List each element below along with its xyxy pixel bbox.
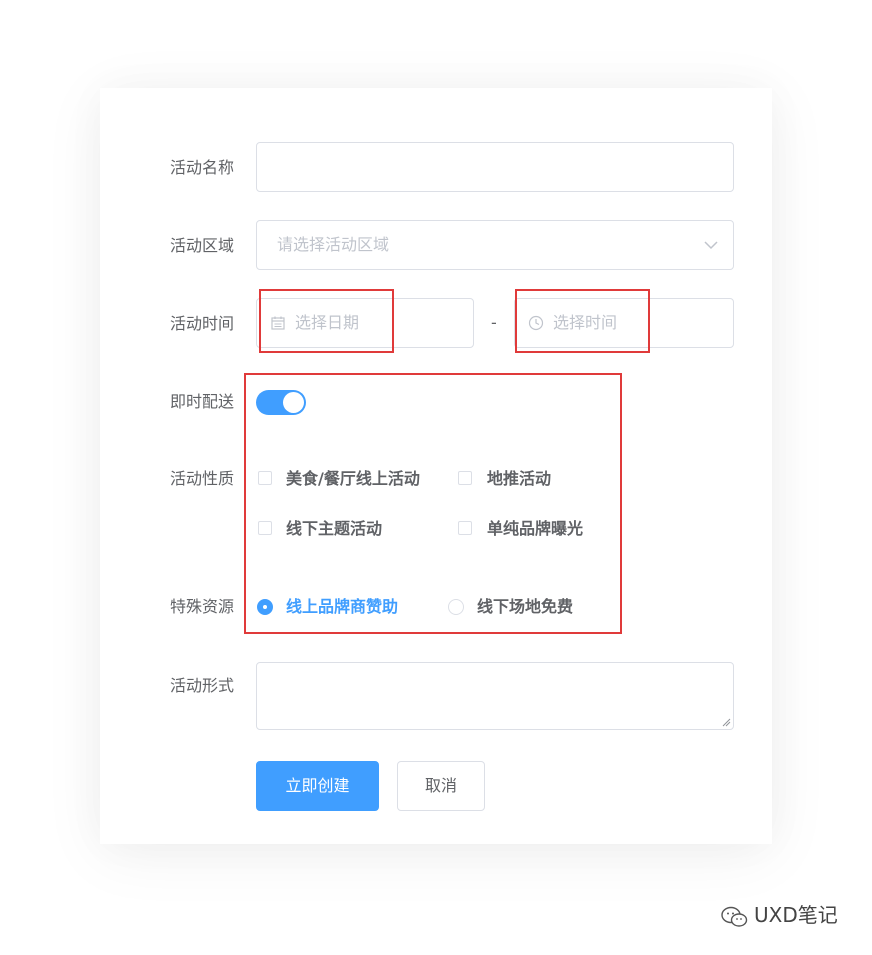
wechat-icon <box>721 906 748 927</box>
create-button[interactable]: 立即创建 <box>256 761 379 811</box>
switch-knob <box>283 392 304 413</box>
format-textarea[interactable] <box>256 662 734 730</box>
format-label: 活动形式 <box>170 676 235 695</box>
annotation-box-date <box>259 289 394 353</box>
delivery-label: 即时配送 <box>170 392 235 411</box>
radio-label-offline-venue: 线下场地免费 <box>477 597 574 616</box>
radio-label-online-sponsor: 线上品牌商赞助 <box>286 597 399 616</box>
time-label: 活动时间 <box>170 314 235 333</box>
radio-online-sponsor[interactable] <box>257 599 273 615</box>
checkbox-brand-exposure[interactable] <box>458 521 472 535</box>
time-separator: - <box>491 313 497 332</box>
delivery-switch[interactable] <box>256 390 306 415</box>
checkbox-label-brand-exposure: 单纯品牌曝光 <box>487 519 584 538</box>
annotation-box-time <box>515 289 650 353</box>
watermark-text: UXD笔记 <box>754 903 838 927</box>
region-label: 活动区域 <box>170 236 235 255</box>
region-placeholder: 请选择活动区域 <box>277 235 390 254</box>
resize-handle-icon[interactable] <box>721 717 731 727</box>
checkbox-label-offline-theme: 线下主题活动 <box>286 519 383 538</box>
nature-label: 活动性质 <box>170 469 235 488</box>
checkbox-label-food-online: 美食/餐厅线上活动 <box>286 469 420 488</box>
name-input[interactable] <box>256 142 734 192</box>
checkbox-ground-promo[interactable] <box>458 471 472 485</box>
chevron-down-icon <box>704 241 718 250</box>
checkbox-food-online[interactable] <box>258 471 272 485</box>
checkbox-label-ground-promo: 地推活动 <box>487 469 552 488</box>
resource-label: 特殊资源 <box>170 597 235 616</box>
cancel-button[interactable]: 取消 <box>397 761 485 811</box>
watermark: UXD笔记 <box>720 903 838 928</box>
name-label: 活动名称 <box>170 158 235 177</box>
radio-offline-venue[interactable] <box>448 599 464 615</box>
checkbox-offline-theme[interactable] <box>258 521 272 535</box>
region-select[interactable]: 请选择活动区域 <box>256 220 734 270</box>
